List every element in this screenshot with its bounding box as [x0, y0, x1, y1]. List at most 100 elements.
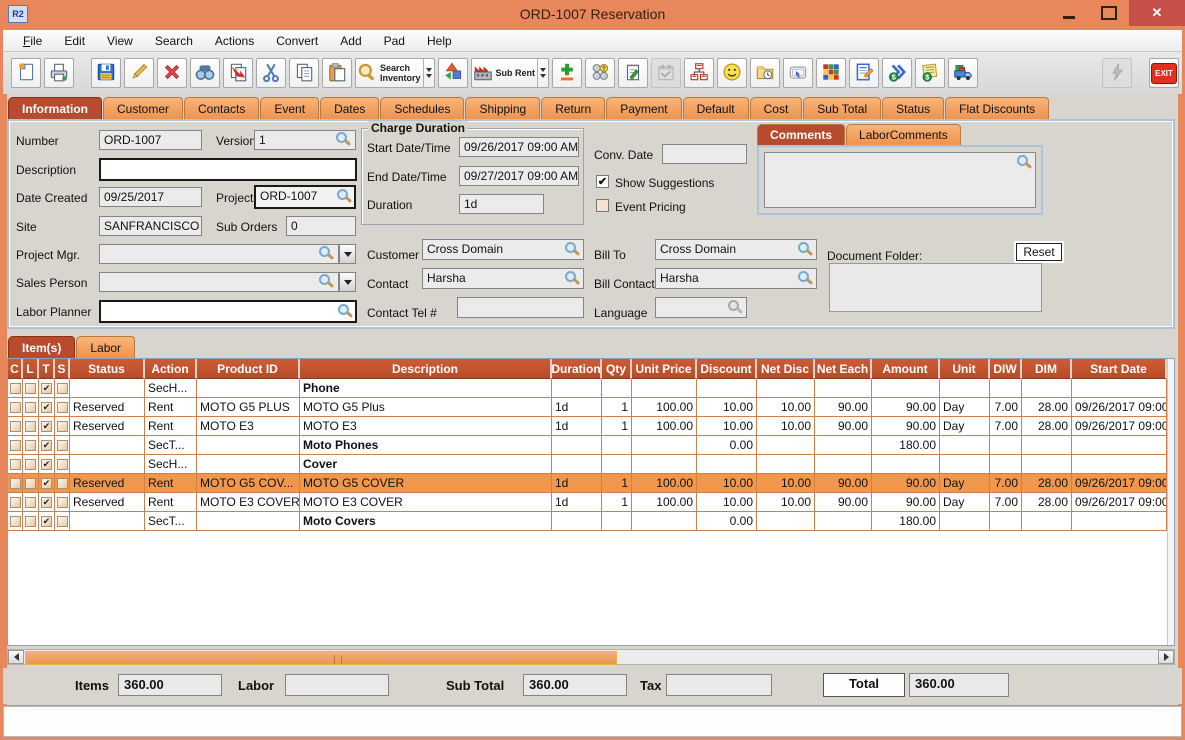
bill-contact-field[interactable]: Harsha — [655, 268, 817, 289]
row-checkbox-s[interactable] — [57, 516, 68, 527]
tab-sub-total[interactable]: Sub Total — [803, 97, 881, 119]
tab-laborcomments[interactable]: LaborComments — [846, 124, 961, 145]
sales-person-search-icon[interactable] — [319, 274, 334, 289]
row-checkbox-t[interactable]: ✔ — [41, 421, 52, 432]
column-header-discount[interactable]: Discount — [697, 359, 757, 379]
start-datetime-field[interactable]: 09/26/2017 09:00 AM — [459, 137, 579, 157]
tab-dates[interactable]: Dates — [320, 97, 379, 119]
conv-date-field[interactable] — [662, 144, 747, 164]
column-header-action[interactable]: Action — [145, 359, 197, 379]
row-checkbox-t[interactable]: ✔ — [41, 440, 52, 451]
menu-item-actions[interactable]: Actions — [205, 32, 264, 50]
tab-event[interactable]: Event — [260, 97, 319, 119]
scroll-right-arrow-icon[interactable] — [1158, 650, 1174, 664]
column-header-start_date[interactable]: Start Date — [1072, 359, 1167, 379]
column-header-l[interactable]: L — [23, 359, 39, 379]
row-checkbox-s[interactable] — [57, 402, 68, 413]
contact-search-icon[interactable] — [565, 271, 580, 286]
row-checkbox-t[interactable]: ✔ — [41, 383, 52, 394]
description-field[interactable] — [99, 158, 357, 181]
tab-contacts[interactable]: Contacts — [184, 97, 259, 119]
project-mgr-search-icon[interactable] — [319, 246, 334, 261]
truck-button[interactable] — [948, 58, 978, 88]
row-checkbox-t[interactable]: ✔ — [41, 516, 52, 527]
column-header-unit_price[interactable]: Unit Price — [632, 359, 697, 379]
sales-person-field[interactable] — [99, 272, 339, 292]
find-binoculars-button[interactable] — [190, 58, 220, 88]
column-header-duration[interactable]: Duration — [552, 359, 602, 379]
menu-item-help[interactable]: Help — [417, 32, 462, 50]
column-header-c[interactable]: C — [8, 359, 23, 379]
row-checkbox-c[interactable] — [10, 440, 21, 451]
minimize-button[interactable] — [1049, 0, 1089, 26]
row-checkbox-s[interactable] — [57, 440, 68, 451]
doc-edit-button[interactable] — [849, 58, 879, 88]
paste-button[interactable] — [322, 58, 352, 88]
reset-button[interactable]: Reset — [1016, 243, 1062, 261]
save-button[interactable] — [91, 58, 121, 88]
menu-item-view[interactable]: View — [97, 32, 143, 50]
row-checkbox-l[interactable] — [25, 497, 36, 508]
number-field[interactable]: ORD-1007 — [99, 130, 202, 150]
column-header-diw[interactable]: DIW — [990, 359, 1022, 379]
customer-search-icon[interactable] — [565, 242, 580, 257]
shapes-button[interactable] — [438, 58, 468, 88]
column-header-description[interactable]: Description — [300, 359, 552, 379]
scroll-left-arrow-icon[interactable] — [8, 650, 24, 664]
menu-item-add[interactable]: Add — [330, 32, 371, 50]
money-forward-button[interactable]: $ — [882, 58, 912, 88]
row-checkbox-s[interactable] — [57, 478, 68, 489]
column-header-unit[interactable]: Unit — [940, 359, 990, 379]
org-chart-button[interactable] — [684, 58, 714, 88]
smiley-button[interactable] — [717, 58, 747, 88]
edit-pencil-button[interactable] — [124, 58, 154, 88]
row-checkbox-s[interactable] — [57, 383, 68, 394]
contact-tel-field[interactable] — [457, 297, 584, 318]
delete-button[interactable] — [157, 58, 187, 88]
menu-item-edit[interactable]: Edit — [54, 32, 95, 50]
column-header-qty[interactable]: Qty — [602, 359, 632, 379]
show-suggestions-checkbox[interactable]: ✔ — [596, 175, 609, 188]
cubes-button[interactable] — [816, 58, 846, 88]
column-header-s[interactable]: S — [55, 359, 70, 379]
labor-planner-field[interactable] — [99, 300, 357, 323]
table-row[interactable]: ✔ReservedRentMOTO G5 COV...MOTO G5 COVER… — [8, 474, 1174, 493]
column-header-net_each[interactable]: Net Each — [815, 359, 872, 379]
tab-flat-discounts[interactable]: Flat Discounts — [945, 97, 1049, 119]
row-checkbox-c[interactable] — [10, 497, 21, 508]
tab-payment[interactable]: Payment — [606, 97, 681, 119]
new-document-button[interactable] — [11, 58, 41, 88]
column-header-product_id[interactable]: Product ID — [197, 359, 300, 379]
labor-planner-search-icon[interactable] — [338, 304, 353, 319]
row-checkbox-l[interactable] — [25, 402, 36, 413]
column-header-net_disc[interactable]: Net Disc — [757, 359, 815, 379]
bill-to-search-icon[interactable] — [798, 242, 813, 257]
tab-information[interactable]: Information — [8, 97, 102, 119]
row-checkbox-s[interactable] — [57, 497, 68, 508]
table-row[interactable]: ✔SecH...Cover — [8, 455, 1174, 474]
column-header-t[interactable]: T — [39, 359, 55, 379]
bill-to-field[interactable]: Cross Domain — [655, 239, 817, 260]
dropdown-arrows-icon[interactable] — [423, 59, 434, 87]
row-checkbox-c[interactable] — [10, 478, 21, 489]
column-header-amount[interactable]: Amount — [872, 359, 940, 379]
row-checkbox-t[interactable]: ✔ — [41, 459, 52, 470]
end-datetime-field[interactable]: 09/27/2017 09:00 AM — [459, 166, 579, 186]
tab-schedules[interactable]: Schedules — [380, 97, 464, 119]
tab-comments[interactable]: Comments — [757, 124, 845, 145]
site-field[interactable]: SANFRANCISCO — [99, 216, 202, 236]
tab-status[interactable]: Status — [882, 97, 944, 119]
row-checkbox-c[interactable] — [10, 383, 21, 394]
date-created-field[interactable]: 09/25/2017 — [99, 187, 202, 207]
sales-person-dropdown-button[interactable] — [339, 272, 356, 292]
tab-customer[interactable]: Customer — [103, 97, 183, 119]
search-inventory-button[interactable]: Search Inventory — [355, 58, 435, 88]
paste-special-button[interactable] — [223, 58, 253, 88]
cut-button[interactable] — [256, 58, 286, 88]
print-button[interactable] — [44, 58, 74, 88]
row-checkbox-c[interactable] — [10, 421, 21, 432]
tab-cost[interactable]: Cost — [750, 97, 803, 119]
row-checkbox-l[interactable] — [25, 459, 36, 470]
row-checkbox-l[interactable] — [25, 440, 36, 451]
tab-labor[interactable]: Labor — [76, 336, 135, 358]
